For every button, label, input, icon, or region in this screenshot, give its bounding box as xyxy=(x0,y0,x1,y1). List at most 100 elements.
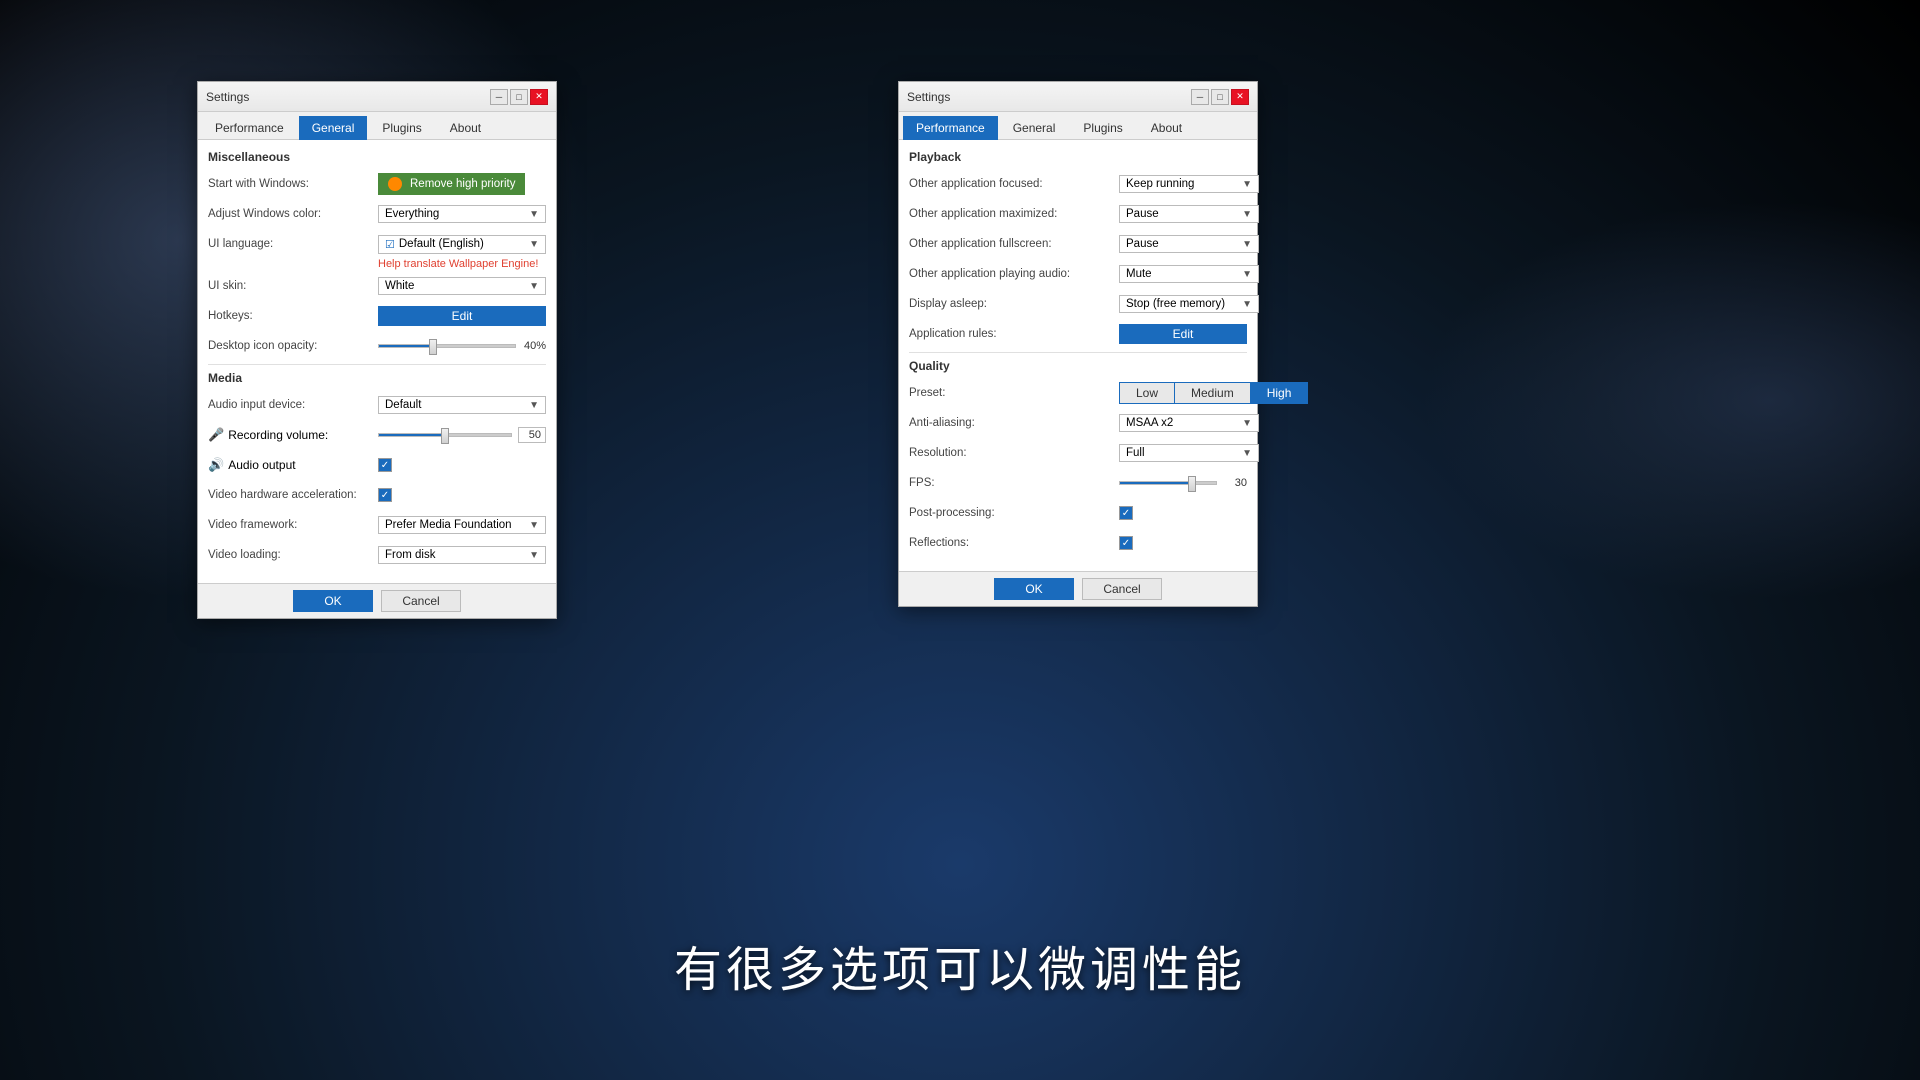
tab-plugins-2[interactable]: Plugins xyxy=(1070,116,1135,139)
resolution-dropdown[interactable]: Full ▼ xyxy=(1119,444,1259,462)
other-fullscreen-control: Pause ▼ xyxy=(1119,235,1259,253)
speaker-icon: 🔊 xyxy=(208,457,224,473)
tab-general-2[interactable]: General xyxy=(1000,116,1069,139)
close-btn-1[interactable]: ✕ xyxy=(530,89,548,105)
preset-medium-btn[interactable]: Medium xyxy=(1175,383,1251,403)
tab-plugins-1[interactable]: Plugins xyxy=(369,116,434,139)
recording-volume-value: 50 xyxy=(518,427,546,443)
cancel-btn-2[interactable]: Cancel xyxy=(1082,578,1162,600)
desktop-opacity-slider: 40% xyxy=(378,340,546,352)
performance-content: Playback Other application focused: Keep… xyxy=(899,140,1257,571)
audio-input-dropdown[interactable]: Default ▼ xyxy=(378,396,546,414)
video-framework-dropdown[interactable]: Prefer Media Foundation ▼ xyxy=(378,516,546,534)
misc-section-title: Miscellaneous xyxy=(208,150,546,164)
fps-label: FPS: xyxy=(909,477,1119,489)
antialiasing-label: Anti-aliasing: xyxy=(909,417,1119,429)
tab-about-2[interactable]: About xyxy=(1138,116,1195,139)
close-btn-2[interactable]: ✕ xyxy=(1231,89,1249,105)
remove-high-priority-btn[interactable]: Remove high priority xyxy=(378,173,525,195)
priority-icon xyxy=(388,177,402,191)
window-title-1: Settings xyxy=(206,90,249,104)
other-maximized-dropdown[interactable]: Pause ▼ xyxy=(1119,205,1259,223)
maximize-btn-2[interactable]: □ xyxy=(1211,89,1229,105)
display-asleep-dropdown[interactable]: Stop (free memory) ▼ xyxy=(1119,295,1259,313)
hotkeys-edit-btn[interactable]: Edit xyxy=(378,306,546,326)
post-processing-checkbox[interactable] xyxy=(1119,506,1133,520)
other-playing-arrow: ▼ xyxy=(1242,269,1252,280)
video-loading-control: From disk ▼ xyxy=(378,546,546,564)
ui-skin-control: White ▼ xyxy=(378,277,546,295)
recording-volume-slider: 50 xyxy=(378,427,546,443)
app-rules-label: Application rules: xyxy=(909,328,1119,340)
other-focused-row: Other application focused: Keep running … xyxy=(909,172,1247,196)
preset-row: Preset: Low Medium High xyxy=(909,381,1247,405)
video-framework-label: Video framework: xyxy=(208,519,378,531)
tab-performance-2[interactable]: Performance xyxy=(903,116,998,140)
recording-volume-thumb[interactable] xyxy=(441,428,449,444)
ui-skin-dropdown[interactable]: White ▼ xyxy=(378,277,546,295)
checkbox-lang-icon: ☑ xyxy=(385,238,395,251)
ui-language-arrow: ▼ xyxy=(529,239,539,250)
recording-volume-track[interactable] xyxy=(378,433,512,437)
tab-general-1[interactable]: General xyxy=(299,116,368,140)
fps-track[interactable] xyxy=(1119,481,1217,485)
app-rules-row: Application rules: Edit xyxy=(909,322,1247,346)
minimize-btn-1[interactable]: ─ xyxy=(490,89,508,105)
video-loading-label: Video loading: xyxy=(208,549,378,561)
video-framework-arrow: ▼ xyxy=(529,520,539,531)
window2-footer: OK Cancel xyxy=(899,571,1257,606)
post-processing-row: Post-processing: xyxy=(909,501,1247,525)
preset-group: Low Medium High xyxy=(1119,382,1308,404)
desktop-opacity-fill xyxy=(379,345,433,347)
antialiasing-dropdown[interactable]: MSAA x2 ▼ xyxy=(1119,414,1259,432)
ok-btn-2[interactable]: OK xyxy=(994,578,1074,600)
adjust-color-dropdown[interactable]: Everything ▼ xyxy=(378,205,546,223)
audio-output-checkbox[interactable] xyxy=(378,458,392,472)
tab-performance-1[interactable]: Performance xyxy=(202,116,297,139)
video-loading-dropdown[interactable]: From disk ▼ xyxy=(378,546,546,564)
desktop-opacity-track[interactable] xyxy=(378,344,516,348)
resolution-control: Full ▼ xyxy=(1119,444,1259,462)
display-asleep-row: Display asleep: Stop (free memory) ▼ xyxy=(909,292,1247,316)
recording-volume-row: 🎤 Recording volume: 50 xyxy=(208,423,546,447)
reflections-label: Reflections: xyxy=(909,537,1119,549)
reflections-checkbox[interactable] xyxy=(1119,536,1133,550)
display-asleep-value: Stop (free memory) xyxy=(1126,298,1225,310)
window-title-2: Settings xyxy=(907,90,950,104)
video-hw-row: Video hardware acceleration: xyxy=(208,483,546,507)
other-playing-dropdown[interactable]: Mute ▼ xyxy=(1119,265,1259,283)
ui-language-dropdown[interactable]: ☑ Default (English) ▼ xyxy=(378,235,546,254)
maximize-btn-1[interactable]: □ xyxy=(510,89,528,105)
audio-input-label: Audio input device: xyxy=(208,399,378,411)
window-controls-1: ─ □ ✕ xyxy=(490,89,548,105)
fps-row: FPS: 30 xyxy=(909,471,1247,495)
post-processing-label: Post-processing: xyxy=(909,507,1119,519)
mic-icon: 🎤 xyxy=(208,427,224,443)
other-fullscreen-row: Other application fullscreen: Pause ▼ xyxy=(909,232,1247,256)
ok-btn-1[interactable]: OK xyxy=(293,590,373,612)
other-focused-dropdown[interactable]: Keep running ▼ xyxy=(1119,175,1259,193)
cancel-btn-1[interactable]: Cancel xyxy=(381,590,461,612)
other-fullscreen-dropdown[interactable]: Pause ▼ xyxy=(1119,235,1259,253)
antialiasing-row: Anti-aliasing: MSAA x2 ▼ xyxy=(909,411,1247,435)
hotkeys-row: Hotkeys: Edit xyxy=(208,304,546,328)
subtitle: 有很多选项可以微调性能 xyxy=(0,930,1920,1000)
ui-language-control: ☑ Default (English) ▼ xyxy=(378,235,546,254)
tab-about-1[interactable]: About xyxy=(437,116,494,139)
fps-fill xyxy=(1120,482,1192,484)
quality-section-title: Quality xyxy=(909,359,1247,373)
minimize-btn-2[interactable]: ─ xyxy=(1191,89,1209,105)
app-rules-edit-btn[interactable]: Edit xyxy=(1119,324,1247,344)
fps-thumb[interactable] xyxy=(1188,476,1196,492)
desktop-opacity-thumb[interactable] xyxy=(429,339,437,355)
preset-high-btn[interactable]: High xyxy=(1251,383,1308,403)
other-focused-control: Keep running ▼ xyxy=(1119,175,1259,193)
help-translate-link[interactable]: Help translate Wallpaper Engine! xyxy=(378,258,546,270)
tabs-2: Performance General Plugins About xyxy=(899,112,1257,140)
window-performance-settings: Settings ─ □ ✕ Performance General Plugi… xyxy=(898,81,1258,607)
start-windows-label: Start with Windows: xyxy=(208,178,378,190)
resolution-row: Resolution: Full ▼ xyxy=(909,441,1247,465)
recording-volume-label: Recording volume: xyxy=(228,428,328,442)
preset-low-btn[interactable]: Low xyxy=(1120,383,1175,403)
video-hw-checkbox[interactable] xyxy=(378,488,392,502)
